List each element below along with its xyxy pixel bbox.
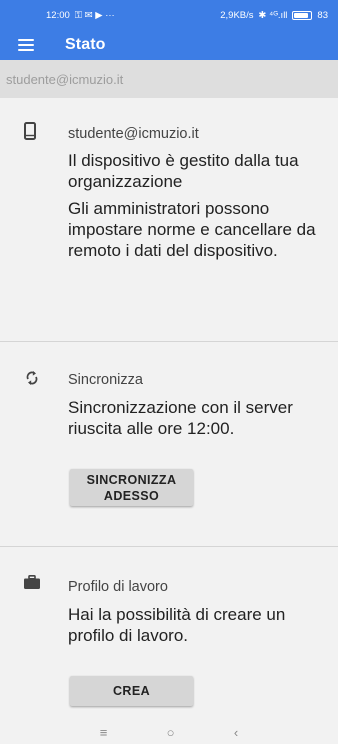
app-bar: Stato [0,30,338,60]
status-bar: 12:00 ⚿ ✉ ▶ ··· 2,9KB/s ✱ ⁴ᴳ.ıll 83 [0,0,338,30]
sync-heading: Sincronizza [68,372,143,388]
battery-percent: 83 [317,9,328,21]
hamburger-menu-icon[interactable] [18,39,34,51]
sync-icon [25,370,39,391]
work-profile-heading: Profilo di lavoro [68,579,168,595]
page-title: Stato [65,36,106,53]
notification-icons: ⚿ ✉ ▶ ··· [74,9,115,21]
sync-section: Sincronizza Sincronizzazione con il serv… [0,341,338,546]
create-work-profile-button[interactable]: CREA [70,676,193,706]
device-section: studente@icmuzio.it Il dispositivo è ges… [0,98,338,341]
smartphone-icon [24,122,36,145]
network-speed: 2,9KB/s [220,9,254,21]
briefcase-icon [24,575,40,594]
account-email: studente@icmuzio.it [6,71,124,87]
battery-icon [292,10,313,20]
work-profile-section: Profilo di lavoro Hai la possibilità di … [0,546,338,706]
recents-icon[interactable]: ≡ [100,725,108,740]
admin-policy-text: Gli amministratori possono impostare nor… [68,199,316,260]
screen: 12:00 ⚿ ✉ ▶ ··· 2,9KB/s ✱ ⁴ᴳ.ıll 83 Stat… [0,0,338,744]
create-work-profile-button-label: CREA [112,684,151,698]
signal-icons: ✱ ⁴ᴳ.ıll [258,9,288,21]
home-icon[interactable]: ○ [167,725,175,740]
status-time: 12:00 [46,9,70,21]
sync-now-button[interactable]: SINCRONIZZA ADESSO [70,469,193,506]
sync-status-text: Sincronizzazione con il server riuscita … [68,398,293,438]
battery-level [294,12,308,18]
work-profile-text: Hai la possibilità di creare un profilo … [68,605,286,645]
account-bar: studente@icmuzio.it [0,60,338,98]
device-account-email: studente@icmuzio.it [68,126,199,142]
sync-now-button-line1: SINCRONIZZA [86,473,177,487]
back-icon[interactable]: ‹ [234,725,238,740]
system-nav-bar: ≡ ○ ‹ [0,720,338,744]
device-managed-text: Il dispositivo è gestito dalla tua organ… [68,151,299,191]
sync-now-button-line2: ADESSO [103,489,160,503]
